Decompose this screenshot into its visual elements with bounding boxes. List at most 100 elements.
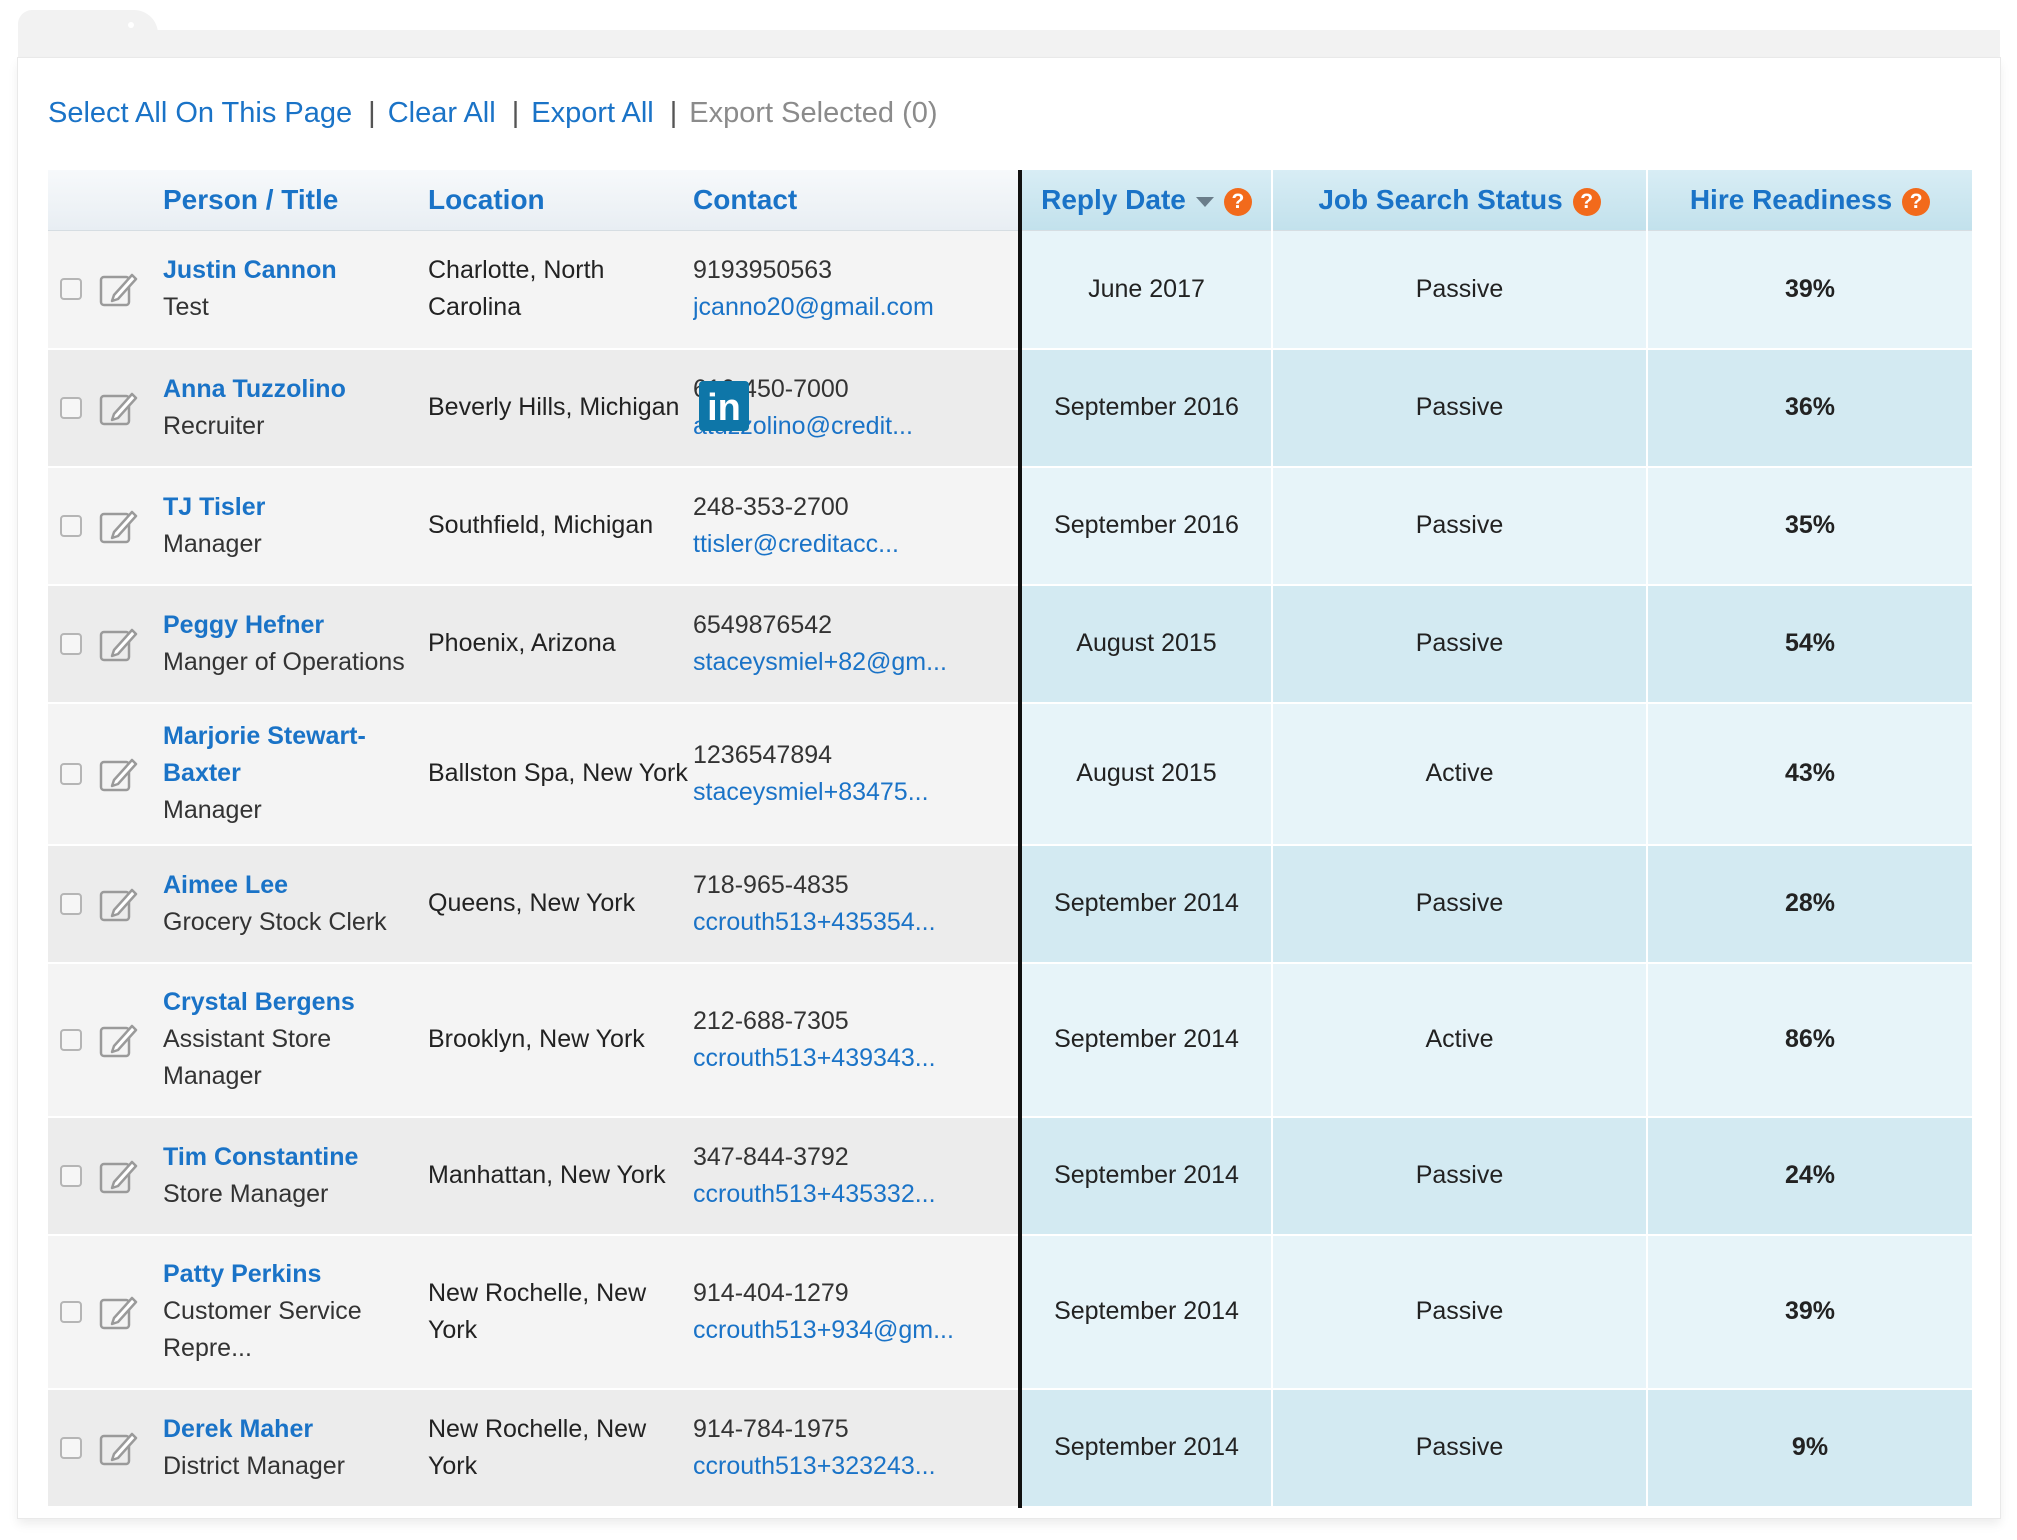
sort-desc-icon[interactable]: [1195, 196, 1214, 207]
edit-note-icon[interactable]: [98, 1020, 138, 1060]
reply-date-cell: September 2014: [1018, 962, 1272, 1118]
person-name-link[interactable]: Tim Constantine: [163, 1139, 428, 1176]
header-contact[interactable]: Contact: [693, 170, 1020, 231]
header-reply-date[interactable]: Reply Date?: [1018, 170, 1272, 231]
location-cell: New Rochelle, New York: [428, 1388, 693, 1508]
person-name-link[interactable]: Anna Tuzzolino: [163, 371, 428, 408]
help-icon[interactable]: ?: [1572, 187, 1601, 216]
row-checkbox[interactable]: [60, 1164, 82, 1187]
edit-note-icon[interactable]: [98, 624, 138, 664]
hire-readiness-cell: 28%: [1646, 844, 1972, 964]
person-cell: Justin Cannon Test: [163, 230, 428, 350]
person-name-link[interactable]: Crystal Bergens: [163, 984, 428, 1021]
header-job-search-status-label: Job Search Status: [1318, 184, 1563, 215]
help-icon[interactable]: ?: [1902, 187, 1931, 216]
export-all-link[interactable]: Export All: [531, 97, 654, 130]
email-link[interactable]: ttisler@creditacc...: [693, 526, 1018, 563]
select-cell: [48, 702, 163, 846]
job-search-status-cell: Passive: [1271, 1116, 1647, 1236]
email-link[interactable]: jcanno20@gmail.com: [693, 289, 1018, 326]
row-checkbox[interactable]: [60, 1300, 82, 1323]
contact-cell: 9193950563 jcanno20@gmail.com: [693, 230, 1020, 350]
person-name-link[interactable]: Aimee Lee: [163, 867, 428, 904]
clear-all-link[interactable]: Clear All: [388, 97, 496, 130]
header-person-title[interactable]: Person / Title: [163, 170, 428, 231]
table-row[interactable]: Tim Constantine Store Manager Manhattan,…: [48, 1116, 1972, 1236]
person-title: Store Manager: [163, 1179, 329, 1208]
edit-note-icon[interactable]: [98, 884, 138, 924]
header-person-title-label: Person / Title: [163, 184, 339, 215]
person-cell: Patty Perkins Customer Service Repre...: [163, 1234, 428, 1390]
select-all-link[interactable]: Select All On This Page: [48, 97, 352, 130]
table-row[interactable]: Anna Tuzzolino Recruiter Beverly Hills, …: [48, 348, 1972, 468]
row-checkbox[interactable]: [60, 632, 82, 655]
header-job-search-status[interactable]: Job Search Status?: [1271, 170, 1647, 231]
edit-note-icon[interactable]: [98, 269, 138, 309]
header-location-label: Location: [428, 184, 545, 215]
person-cell: Peggy Hefner Manger of Operations: [163, 584, 428, 704]
row-controls: [48, 754, 163, 794]
person-name-link[interactable]: Marjorie Stewart-Baxter: [163, 718, 428, 792]
phone-number: 9193950563: [693, 256, 833, 285]
reply-date-cell: September 2014: [1018, 1116, 1272, 1236]
email-link[interactable]: ccrouth513+323243...: [693, 1448, 1018, 1485]
select-cell: [48, 1116, 163, 1236]
email-link[interactable]: ccrouth513+439343...: [693, 1040, 1018, 1077]
person-name-link[interactable]: TJ Tisler: [163, 489, 428, 526]
table-row[interactable]: Patty Perkins Customer Service Repre... …: [48, 1234, 1972, 1390]
email-link[interactable]: staceysmiel+83475...: [693, 774, 1018, 811]
hire-readiness-cell: 24%: [1646, 1116, 1972, 1236]
row-checkbox[interactable]: [60, 1028, 82, 1051]
contact-cell: in 616-450-7000 atuzzolino@credit...: [693, 348, 1020, 468]
table-row[interactable]: Crystal Bergens Assistant Store Manager …: [48, 962, 1972, 1118]
linkedin-icon[interactable]: in: [699, 380, 749, 431]
edit-note-icon[interactable]: [98, 1156, 138, 1196]
edit-note-icon[interactable]: [98, 506, 138, 546]
header-location[interactable]: Location: [428, 170, 693, 231]
table-row[interactable]: Aimee Lee Grocery Stock Clerk Queens, Ne…: [48, 844, 1972, 964]
table-row[interactable]: Justin Cannon Test Charlotte, North Caro…: [48, 230, 1972, 350]
reply-date-cell: August 2015: [1018, 584, 1272, 704]
header-hire-readiness[interactable]: Hire Readiness?: [1646, 170, 1972, 231]
bulk-actions-bar: Select All On This Page | Clear All | Ex…: [48, 93, 938, 133]
hire-readiness-cell: 86%: [1646, 962, 1972, 1118]
phone-number: 914-784-1975: [693, 1414, 849, 1443]
select-cell: [48, 348, 163, 468]
row-controls: [48, 1428, 163, 1468]
row-checkbox[interactable]: [60, 396, 82, 419]
row-checkbox[interactable]: [60, 514, 82, 537]
table-row[interactable]: Marjorie Stewart-Baxter Manager Ballston…: [48, 702, 1972, 846]
person-name-link[interactable]: Derek Maher: [163, 1411, 428, 1448]
edit-note-icon[interactable]: [98, 754, 138, 794]
phone-number: 347-844-3792: [693, 1142, 849, 1171]
row-checkbox[interactable]: [60, 892, 82, 915]
person-cell: Tim Constantine Store Manager: [163, 1116, 428, 1236]
row-checkbox[interactable]: [60, 278, 82, 301]
person-name-link[interactable]: Patty Perkins: [163, 1256, 428, 1293]
row-checkbox[interactable]: [60, 762, 82, 785]
email-link[interactable]: ccrouth513+934@gm...: [693, 1312, 1018, 1349]
select-cell: [48, 844, 163, 964]
edit-note-icon[interactable]: [98, 1428, 138, 1468]
email-link[interactable]: ccrouth513+435354...: [693, 904, 1018, 941]
table-row[interactable]: Peggy Hefner Manger of Operations Phoeni…: [48, 584, 1972, 704]
hire-readiness-cell: 43%: [1646, 702, 1972, 846]
job-search-status-cell: Passive: [1271, 844, 1647, 964]
person-name-link[interactable]: Justin Cannon: [163, 252, 428, 289]
hire-readiness-cell: 39%: [1646, 1234, 1972, 1390]
help-icon[interactable]: ?: [1223, 187, 1252, 216]
location-cell: Queens, New York: [428, 844, 693, 964]
edit-note-icon[interactable]: [98, 1292, 138, 1332]
person-title: Manager: [163, 796, 262, 824]
email-link[interactable]: staceysmiel+82@gm...: [693, 644, 1018, 681]
email-link[interactable]: ccrouth513+435332...: [693, 1176, 1018, 1213]
select-cell: [48, 1388, 163, 1508]
row-checkbox[interactable]: [60, 1436, 82, 1459]
person-name-link[interactable]: Peggy Hefner: [163, 607, 428, 644]
contact-cell: 248-353-2700 ttisler@creditacc...: [693, 466, 1020, 586]
person-cell: Aimee Lee Grocery Stock Clerk: [163, 844, 428, 964]
edit-note-icon[interactable]: [98, 388, 138, 428]
table-row[interactable]: TJ Tisler Manager Southfield, Michigan 2…: [48, 466, 1972, 586]
person-title: Assistant Store Manager: [163, 1025, 332, 1090]
table-row[interactable]: Derek Maher District Manager New Rochell…: [48, 1388, 1972, 1508]
